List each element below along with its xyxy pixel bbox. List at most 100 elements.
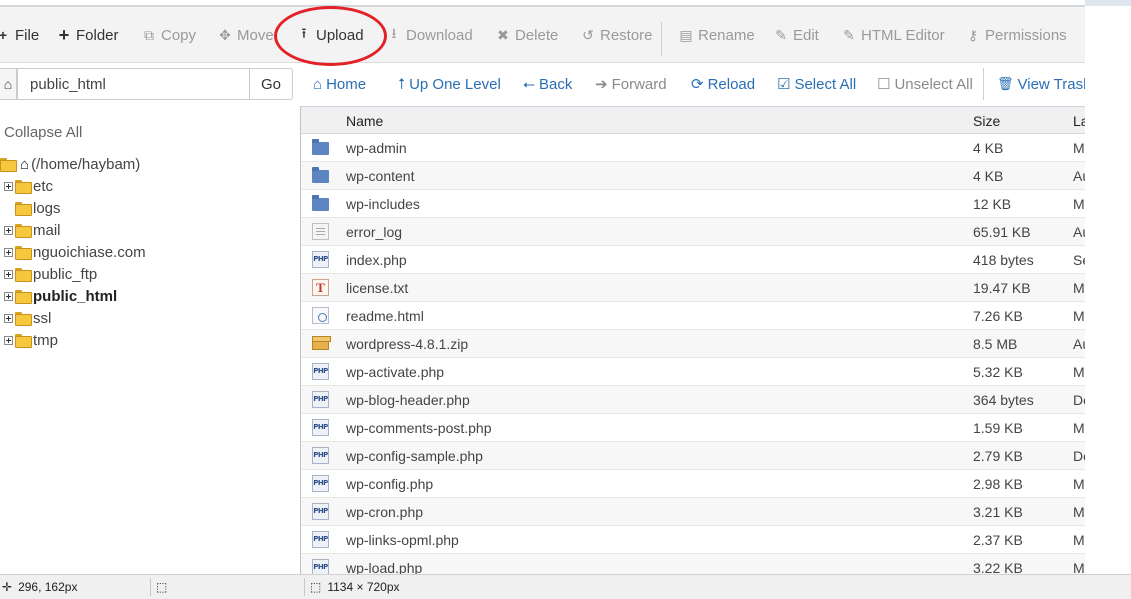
- restore-button[interactable]: ↺ Restore: [581, 25, 652, 45]
- file-modified: M: [1073, 140, 1085, 156]
- file-name[interactable]: wp-links-opml.php: [346, 532, 459, 548]
- table-row[interactable]: PHP wp-config-sample.php 2.79 KB De: [301, 442, 1085, 470]
- file-size: 1.59 KB: [973, 420, 1023, 436]
- html-editor-label: HTML Editor: [861, 26, 945, 44]
- nav-back-button[interactable]: ⭠ Back: [523, 75, 572, 93]
- file-name[interactable]: license.txt: [346, 280, 408, 296]
- tree-item-nguoichiase[interactable]: nguoichiase.com: [4, 242, 146, 262]
- file-size: 3.21 KB: [973, 504, 1023, 520]
- file-name[interactable]: error_log: [346, 224, 402, 240]
- plus-icon: +: [0, 27, 8, 43]
- table-row[interactable]: PHP wp-config.php 2.98 KB M: [301, 470, 1085, 498]
- download-button[interactable]: ⭳ Download: [387, 25, 473, 45]
- folder-icon: [15, 180, 32, 194]
- table-row[interactable]: PHP wp-blog-header.php 364 bytes De: [301, 386, 1085, 414]
- file-name[interactable]: wp-blog-header.php: [346, 392, 470, 408]
- tree-item-public-html[interactable]: public_html: [4, 286, 117, 306]
- file-name[interactable]: wp-includes: [346, 196, 420, 212]
- php-file-icon: PHP: [312, 503, 329, 520]
- nav-select-all-label: Select All: [794, 75, 857, 93]
- table-row[interactable]: PHP index.php 418 bytes Se: [301, 246, 1085, 274]
- zip-file-icon: [312, 336, 331, 350]
- table-row[interactable]: Tlicense.txt 19.47 KB M: [301, 274, 1085, 302]
- rename-button[interactable]: ▤ Rename: [679, 25, 754, 45]
- expand-icon[interactable]: [4, 335, 13, 345]
- expand-icon[interactable]: [4, 181, 13, 191]
- right-margin: [1085, 6, 1131, 574]
- tree-item-public-ftp[interactable]: public_ftp: [4, 264, 97, 284]
- new-folder-button[interactable]: + Folder: [57, 25, 119, 45]
- nav-home-button[interactable]: ⌂ Home: [313, 75, 366, 93]
- nav-up-button[interactable]: ⭡ Up One Level: [398, 75, 501, 93]
- move-button[interactable]: ✥ Move: [218, 25, 274, 45]
- file-name[interactable]: wp-admin: [346, 140, 407, 156]
- nav-select-all-button[interactable]: ☑ Select All: [777, 75, 857, 94]
- tree-item-ssl[interactable]: ssl: [4, 308, 51, 328]
- edit-button[interactable]: ✎ Edit: [774, 25, 819, 45]
- file-name[interactable]: wp-activate.php: [346, 364, 444, 380]
- new-file-label: File: [15, 26, 40, 44]
- file-size: 19.47 KB: [973, 280, 1031, 296]
- column-header-name[interactable]: Name: [346, 113, 383, 129]
- tree-item-etc[interactable]: etc: [4, 176, 53, 196]
- table-row[interactable]: error_log 65.91 KB Au: [301, 218, 1085, 246]
- nav-view-trash-label: View Trash: [1017, 75, 1092, 93]
- nav-home-label: Home: [326, 75, 367, 93]
- permissions-button[interactable]: ⚷ Permissions: [966, 25, 1067, 45]
- column-header-modified[interactable]: La: [1073, 113, 1085, 129]
- folder-icon: [15, 334, 32, 348]
- home-icon: ⌂: [313, 75, 323, 93]
- expand-icon[interactable]: [4, 269, 13, 279]
- table-row[interactable]: PHP wp-load.php 3.22 KB M: [301, 554, 1085, 576]
- tree-root[interactable]: ⌂ (/home/haybam): [0, 154, 140, 174]
- expand-icon[interactable]: [4, 313, 13, 323]
- delete-icon: ✖: [497, 26, 509, 43]
- html-editor-icon: ✎: [843, 26, 855, 43]
- html-editor-button[interactable]: ✎ HTML Editor: [842, 25, 945, 45]
- tree-item-mail[interactable]: mail: [4, 220, 61, 240]
- path-input[interactable]: [17, 68, 250, 100]
- toolbar: + File + Folder ⧉ Copy ✥ Move ⭱ Upload ⭳…: [0, 6, 1085, 63]
- tree-item-tmp[interactable]: tmp: [4, 330, 58, 350]
- table-row[interactable]: PHP wp-activate.php 5.32 KB M: [301, 358, 1085, 386]
- copy-button[interactable]: ⧉ Copy: [142, 25, 196, 45]
- new-file-button[interactable]: + File: [0, 25, 39, 45]
- file-name[interactable]: wp-comments-post.php: [346, 420, 492, 436]
- file-name[interactable]: wp-config.php: [346, 476, 433, 492]
- home-icon[interactable]: ⌂: [0, 68, 17, 100]
- collapse-all-link[interactable]: Collapse All: [4, 124, 82, 141]
- file-size: 8.5 MB: [973, 336, 1018, 352]
- table-row[interactable]: PHP wp-comments-post.php 1.59 KB M: [301, 414, 1085, 442]
- delete-button[interactable]: ✖ Delete: [496, 25, 558, 45]
- expand-icon[interactable]: [4, 225, 13, 235]
- expand-icon[interactable]: [4, 247, 13, 257]
- file-name[interactable]: wordpress-4.8.1.zip: [346, 336, 468, 352]
- table-row[interactable]: PHP wp-links-opml.php 2.37 KB M: [301, 526, 1085, 554]
- file-name[interactable]: wp-content: [346, 168, 414, 184]
- table-row[interactable]: readme.html 7.26 KB M: [301, 302, 1085, 330]
- nav-forward-button[interactable]: ➔ Forward: [595, 75, 667, 94]
- file-name[interactable]: readme.html: [346, 308, 424, 324]
- table-row[interactable]: wp-content 4 KB Au: [301, 162, 1085, 190]
- tree-item-logs[interactable]: logs: [15, 198, 61, 218]
- status-divider: [150, 578, 151, 596]
- selection-size: ⬚: [156, 580, 167, 594]
- nav-reload-button[interactable]: ⟳ Reload: [691, 75, 755, 94]
- nav-unselect-all-button[interactable]: ☐ Unselect All: [877, 75, 973, 94]
- file-modified: Au: [1073, 224, 1085, 240]
- upload-button[interactable]: ⭱ Upload: [297, 25, 364, 45]
- file-size: 7.26 KB: [973, 308, 1023, 324]
- checkbox-checked-icon: ☑: [777, 76, 791, 93]
- nav-view-trash-button[interactable]: 🗑 View Trash: [997, 75, 1091, 93]
- file-name[interactable]: index.php: [346, 252, 407, 268]
- file-name[interactable]: wp-config-sample.php: [346, 448, 483, 464]
- table-row[interactable]: wordpress-4.8.1.zip 8.5 MB Au: [301, 330, 1085, 358]
- file-modified: De: [1073, 448, 1085, 464]
- column-header-size[interactable]: Size: [973, 113, 1000, 129]
- go-button[interactable]: Go: [249, 68, 293, 100]
- expand-icon[interactable]: [4, 291, 13, 301]
- table-row[interactable]: PHP wp-cron.php 3.21 KB M: [301, 498, 1085, 526]
- file-name[interactable]: wp-cron.php: [346, 504, 423, 520]
- table-row[interactable]: wp-admin 4 KB M: [301, 134, 1085, 162]
- table-row[interactable]: wp-includes 12 KB M: [301, 190, 1085, 218]
